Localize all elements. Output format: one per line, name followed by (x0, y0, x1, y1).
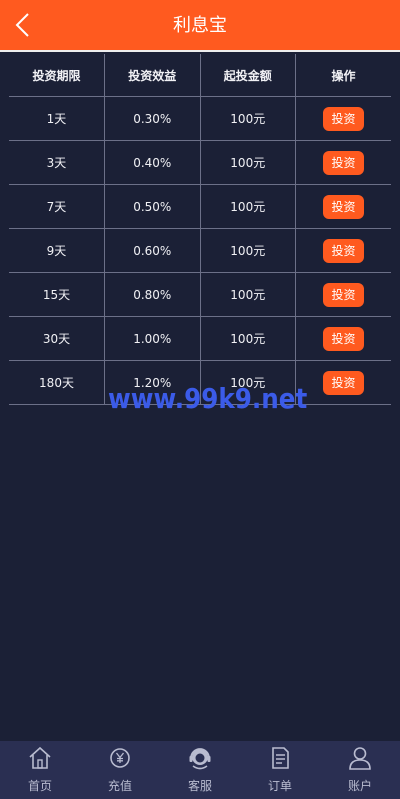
term-cell: 3天 (9, 140, 105, 185)
yield-cell: 0.40% (104, 140, 201, 185)
column-header-min-amount: 起投金额 (200, 54, 296, 97)
min-amount-cell: 100元 (200, 140, 296, 185)
invest-button[interactable]: 投资 (323, 150, 364, 175)
investment-table: 投资期限 投资效益 起投金额 操作 1天 0.30% 100元 投资 3天 0.… (9, 54, 391, 405)
action-cell: 投资 (295, 316, 391, 361)
document-icon (272, 747, 289, 769)
top-bar: 利息宝 (0, 0, 400, 52)
column-header-action: 操作 (295, 54, 391, 97)
invest-button[interactable]: 投资 (323, 370, 364, 395)
yield-cell: 1.00% (104, 316, 201, 361)
table-row: 1天 0.30% 100元 投资 (9, 96, 391, 141)
home-icon (29, 746, 51, 769)
page-title: 利息宝 (173, 15, 227, 36)
yield-cell: 0.80% (104, 272, 201, 317)
term-cell: 9天 (9, 228, 105, 273)
table-row: 7天 0.50% 100元 投资 (9, 184, 391, 229)
action-cell: 投资 (295, 140, 391, 185)
yield-cell: 0.60% (104, 228, 201, 273)
min-amount-cell: 100元 (200, 316, 296, 361)
invest-button[interactable]: 投资 (323, 282, 364, 307)
action-cell: 投资 (295, 272, 391, 317)
term-cell: 1天 (9, 96, 105, 141)
column-header-term: 投资期限 (9, 54, 105, 97)
action-cell: 投资 (295, 228, 391, 273)
invest-button[interactable]: 投资 (323, 326, 364, 351)
tab-home-label: 首页 (27, 779, 52, 793)
table-row: 3天 0.40% 100元 投资 (9, 140, 391, 185)
table-row: 30天 1.00% 100元 投资 (9, 316, 391, 361)
min-amount-cell: 100元 (200, 272, 296, 317)
yield-cell: 0.30% (104, 96, 201, 141)
term-cell: 15天 (9, 272, 105, 317)
yield-cell: 0.50% (104, 184, 201, 229)
headset-icon (189, 748, 211, 770)
invest-button[interactable]: 投资 (323, 194, 364, 219)
action-cell: 投资 (295, 96, 391, 141)
tab-customer-service[interactable]: 客服 (160, 741, 240, 799)
tab-orders[interactable]: 订单 (240, 741, 320, 799)
term-cell: 30天 (9, 316, 105, 361)
min-amount-cell: 100元 (200, 228, 296, 273)
action-cell: 投资 (295, 184, 391, 229)
yen-coin-icon (110, 748, 130, 768)
table-row: 9天 0.60% 100元 投资 (9, 228, 391, 273)
tab-home[interactable]: 首页 (0, 741, 80, 799)
user-icon (349, 747, 371, 770)
tab-account-label: 账户 (347, 779, 372, 793)
tab-account[interactable]: 账户 (320, 741, 400, 799)
table-header-row: 投资期限 投资效益 起投金额 操作 (9, 54, 391, 97)
invest-button[interactable]: 投资 (323, 238, 364, 263)
column-header-yield: 投资效益 (104, 54, 201, 97)
bottom-tab-bar: 首页 充值 客服 订单 账户 (0, 741, 400, 799)
term-cell: 7天 (9, 184, 105, 229)
tab-orders-label: 订单 (267, 779, 292, 793)
tab-recharge-label: 充值 (107, 779, 132, 793)
tab-customer-service-label: 客服 (187, 779, 212, 793)
min-amount-cell: 100元 (200, 184, 296, 229)
watermark-text: www.99k9.net (108, 382, 308, 415)
tab-recharge[interactable]: 充值 (80, 741, 160, 799)
action-cell: 投资 (295, 360, 391, 405)
invest-button[interactable]: 投资 (323, 106, 364, 131)
min-amount-cell: 100元 (200, 96, 296, 141)
term-cell: 180天 (9, 360, 105, 405)
table-row: 15天 0.80% 100元 投资 (9, 272, 391, 317)
